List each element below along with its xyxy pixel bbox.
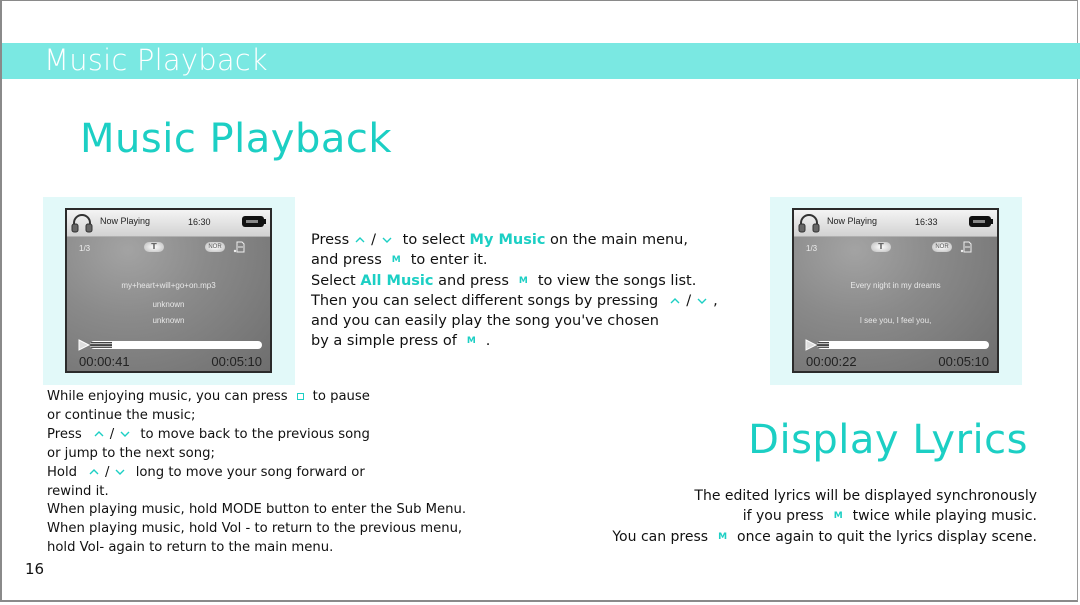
progress-fill (817, 342, 830, 348)
down-key-icon (697, 298, 707, 304)
note-line: Press / to move back to the previous song (47, 426, 370, 442)
lyrics-note-line: The edited lyrics will be displayed sync… (694, 488, 1037, 504)
headphones-icon (71, 214, 93, 233)
instruction-line: and you can easily play the song you've … (311, 313, 659, 330)
now-playing-label: Now Playing (827, 216, 878, 226)
note-line: Hold / long to move your song forward or (47, 464, 365, 480)
section-header-title: Music Playback (44, 43, 268, 77)
note-line: or jump to the next song; (47, 445, 215, 461)
battery-icon (969, 216, 993, 227)
device-panel-lyrics: Now Playing 16:33 1/3 T NOR Every night … (770, 197, 1022, 385)
up-key-icon (94, 430, 104, 437)
instruction-line: Press / to select My Music on the main me… (311, 232, 688, 248)
m-key-icon: M (833, 511, 843, 522)
progress-fill (90, 342, 113, 348)
headphones-icon (798, 214, 820, 233)
play-pause-key-icon (296, 392, 304, 400)
repeat-mode-icon: T (871, 242, 891, 252)
m-key-icon: M (518, 275, 528, 286)
down-key-icon (120, 431, 130, 437)
screen-status-bar (67, 210, 270, 237)
lyric-file-icon (233, 241, 245, 253)
elapsed-time: 00:00:41 (79, 354, 130, 369)
playback-instructions: Press / to select My Music on the main me… (311, 230, 718, 352)
lyrics-section-title: Display Lyrics (748, 417, 1028, 463)
down-key-icon (115, 469, 125, 475)
lyrics-notes: The edited lyrics will be displayed sync… (612, 486, 1037, 547)
note-line: rewind it. (47, 483, 109, 499)
up-key-icon (89, 468, 99, 475)
clock: 16:30 (188, 217, 211, 227)
note-line: While enjoying music, you can press to pa… (47, 389, 370, 404)
all-music-highlight: All Music (360, 272, 434, 289)
eq-mode-badge: NOR (932, 242, 952, 252)
progress-bar[interactable] (90, 341, 262, 349)
up-key-icon (355, 237, 365, 243)
my-music-highlight: My Music (469, 232, 546, 248)
lyric-line: Every night in my dreams (850, 281, 941, 290)
play-icon (805, 339, 817, 351)
progress-bar[interactable] (817, 341, 989, 349)
note-line: When playing music, hold MODE button to … (47, 502, 467, 518)
m-key-icon: M (466, 336, 476, 347)
instruction-line: Select All Music and press Mto view the s… (311, 272, 697, 289)
m-key-icon: M (391, 255, 401, 266)
lyrics-note-line: if you press Mtwice while playing music. (742, 508, 1037, 525)
repeat-mode-icon: T (144, 242, 164, 252)
instruction-line: and press Mto enter it. (311, 252, 488, 269)
track-index: 1/3 (79, 244, 91, 253)
section-header-bar: Music Playback (2, 43, 1080, 79)
player-screen: Now Playing 16:30 1/3 T NOR my+heart+wil… (65, 208, 272, 373)
note-line: or continue the music; (47, 407, 196, 423)
track-index: 1/3 (806, 244, 818, 253)
down-key-icon (382, 237, 392, 243)
up-key-icon (670, 297, 680, 304)
lyric-line: I see you, I feel you, (859, 316, 932, 325)
m-key-icon: M (718, 531, 728, 542)
device-panel-playback: Now Playing 16:30 1/3 T NOR my+heart+wil… (43, 197, 295, 385)
page-number: 16 (25, 560, 45, 578)
instruction-line: Then you can select different songs by p… (311, 292, 718, 309)
total-time: 00:05:10 (211, 354, 262, 369)
total-time: 00:05:10 (938, 354, 989, 369)
lyric-file-icon (960, 241, 972, 253)
song-filename: my+heart+will+go+on.mp3 (121, 281, 216, 290)
song-album: unknown (152, 316, 185, 325)
playback-notes: While enjoying music, you can press to pa… (47, 388, 466, 558)
song-artist: unknown (152, 300, 185, 309)
lyrics-note-line: You can press Monce again to quit the lyr… (612, 528, 1037, 545)
now-playing-label: Now Playing (100, 216, 151, 226)
note-line: When playing music, hold Vol - to return… (47, 521, 463, 537)
elapsed-time: 00:00:22 (806, 354, 857, 369)
instruction-line: by a simple press of M. (311, 333, 491, 350)
page-title: Music Playback (80, 116, 392, 162)
note-line: hold Vol- again to return to the main me… (47, 540, 334, 556)
screen-status-bar (794, 210, 997, 237)
battery-icon (242, 216, 266, 227)
play-icon (78, 339, 90, 351)
clock: 16:33 (915, 217, 938, 227)
eq-mode-badge: NOR (205, 242, 225, 252)
player-screen: Now Playing 16:33 1/3 T NOR Every night … (792, 208, 999, 373)
